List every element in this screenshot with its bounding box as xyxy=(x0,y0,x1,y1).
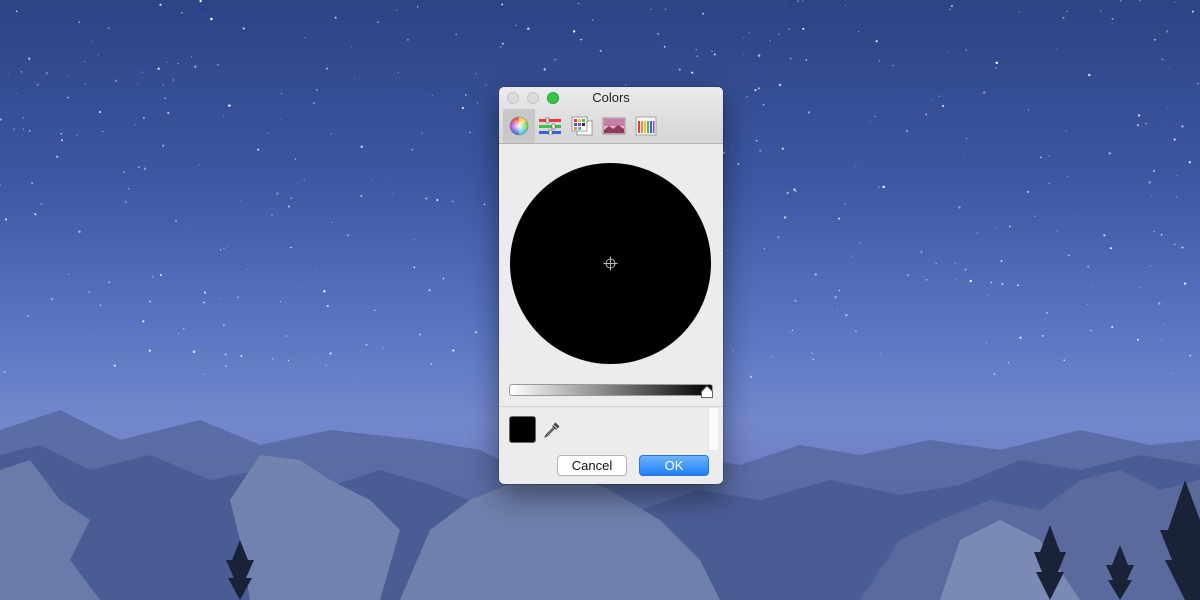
crosshair-icon xyxy=(603,256,618,271)
ok-button[interactable]: OK xyxy=(639,455,709,476)
tab-color-palettes[interactable] xyxy=(566,109,598,143)
favorites-strip[interactable] xyxy=(708,408,718,450)
current-color-swatch[interactable] xyxy=(509,416,536,443)
image-palette-icon xyxy=(602,117,626,135)
pencils-icon xyxy=(635,116,657,136)
palette-icon xyxy=(571,116,593,136)
brightness-slider[interactable] xyxy=(509,384,713,396)
tab-image-palettes[interactable] xyxy=(598,109,630,143)
eyedropper-icon[interactable] xyxy=(543,421,561,439)
tab-color-sliders[interactable] xyxy=(534,109,566,143)
cancel-button[interactable]: Cancel xyxy=(557,455,627,476)
divider xyxy=(499,406,723,407)
window-title: Colors xyxy=(592,90,630,105)
color-wheel-icon xyxy=(509,116,529,136)
colors-panel: Colors Cancel OK xyxy=(499,87,723,484)
tab-color-wheel[interactable] xyxy=(503,109,535,143)
color-wheel[interactable] xyxy=(510,163,711,364)
sliders-icon xyxy=(539,117,561,135)
brightness-slider-thumb[interactable] xyxy=(700,385,714,399)
tab-pencils[interactable] xyxy=(630,109,662,143)
titlebar: Colors xyxy=(499,87,723,144)
